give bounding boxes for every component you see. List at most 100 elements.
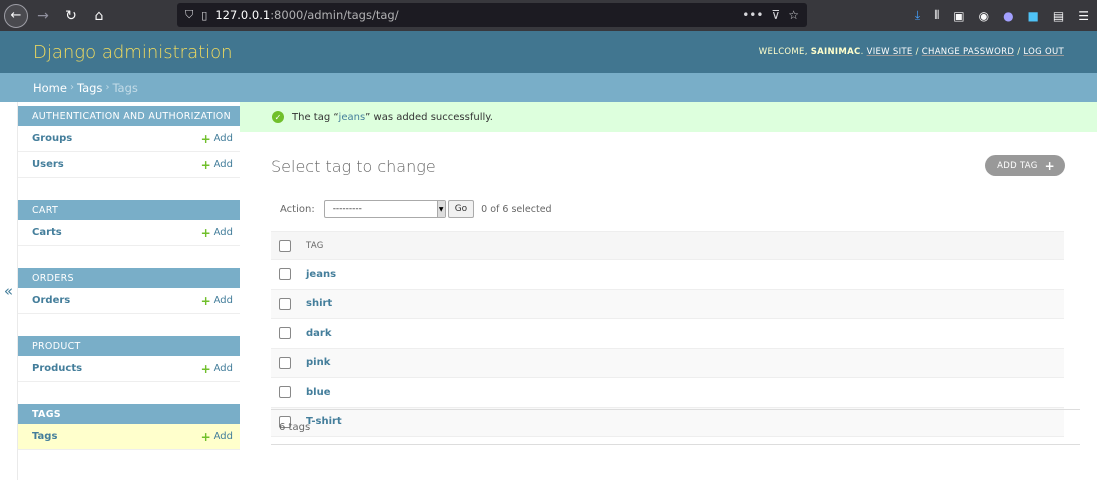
table-row: dark: [271, 319, 1064, 349]
module-product: Product Products + Add: [18, 336, 240, 382]
breadcrumb-app[interactable]: Tags: [77, 81, 102, 95]
model-link-products[interactable]: Products: [32, 363, 82, 374]
browser-toolbar: ← → ↻ ⌂ ⛉ ▯ 127.0.0.1:8000/admin/tags/ta…: [0, 0, 1097, 31]
plus-icon: +: [200, 131, 211, 146]
sidebar-item-users: Users + Add: [18, 152, 240, 178]
row-checkbox[interactable]: [279, 386, 291, 399]
add-groups-link[interactable]: + Add: [201, 132, 233, 146]
reload-icon[interactable]: ↻: [60, 5, 82, 27]
module-caption[interactable]: Authentication and Authorization: [18, 106, 240, 126]
module-auth: Authentication and Authorization Groups …: [18, 106, 240, 178]
home-icon[interactable]: ⌂: [88, 5, 110, 27]
nav-sidebar-toggle[interactable]: «: [0, 102, 18, 480]
breadcrumb: Home › Tags › Tags: [0, 73, 1097, 102]
model-link-tags[interactable]: Tags: [32, 431, 57, 442]
user-tools: WELCOME, SAINIMAC. VIEW SITE / CHANGE PA…: [758, 47, 1064, 57]
plus-icon: +: [200, 225, 211, 240]
view-site-link[interactable]: VIEW SITE: [867, 47, 913, 57]
page-title: Select tag to change: [271, 157, 436, 176]
message-tag-link[interactable]: jeans: [339, 112, 366, 123]
module-tags: Tags Tags + Add: [18, 404, 240, 450]
sidebar-item-groups: Groups + Add: [18, 126, 240, 152]
plus-icon: +: [200, 361, 211, 376]
selection-counter: 0 of 6 selected: [481, 203, 552, 215]
add-orders-link[interactable]: + Add: [201, 294, 233, 308]
tag-link[interactable]: blue: [306, 387, 331, 398]
breadcrumb-current: Tags: [112, 80, 138, 95]
page-actions-icon[interactable]: •••: [742, 8, 763, 22]
dropdown-arrow-icon: ▼: [436, 201, 445, 217]
add-carts-link[interactable]: + Add: [201, 226, 233, 240]
tag-link[interactable]: pink: [306, 357, 330, 368]
nav-sidebar: Authentication and Authorization Groups …: [18, 102, 240, 480]
go-button[interactable]: Go: [447, 200, 475, 218]
row-checkbox[interactable]: [279, 297, 291, 310]
row-checkbox[interactable]: [279, 268, 291, 281]
shield-icon[interactable]: ⛉: [185, 8, 193, 22]
sidebar-item-orders: Orders + Add: [18, 288, 240, 314]
row-checkbox[interactable]: [279, 327, 291, 340]
extension-icon[interactable]: ●: [1003, 9, 1013, 23]
save-icon[interactable]: ▤: [1053, 9, 1064, 23]
url-path: :8000/admin/tags/tag/: [270, 8, 399, 22]
table-header: Tag: [271, 231, 1064, 260]
module-caption[interactable]: Product: [18, 336, 240, 356]
table-row: shirt: [271, 289, 1064, 319]
extension-icon[interactable]: ■: [1028, 9, 1039, 23]
plus-icon: +: [200, 293, 211, 308]
module-orders: Orders Orders + Add: [18, 268, 240, 314]
add-tag-button[interactable]: Add tag +: [985, 155, 1065, 176]
plus-icon: +: [200, 429, 211, 444]
model-link-orders[interactable]: Orders: [32, 295, 70, 306]
library-icon[interactable]: ⫴: [934, 8, 939, 23]
reader-view-icon[interactable]: ▣: [953, 9, 964, 23]
select-all-checkbox[interactable]: [279, 239, 291, 252]
add-users-link[interactable]: + Add: [201, 158, 233, 172]
module-caption[interactable]: Cart: [18, 200, 240, 220]
url-host: 127.0.0.1: [215, 8, 271, 22]
tag-link[interactable]: dark: [306, 328, 332, 339]
sidebar-item-products: Products + Add: [18, 356, 240, 382]
tag-link[interactable]: jeans: [306, 269, 336, 280]
table-row: jeans: [271, 260, 1064, 290]
module-caption[interactable]: Tags: [18, 404, 240, 424]
module-caption[interactable]: Orders: [18, 268, 240, 288]
back-arrow-icon[interactable]: ←: [4, 3, 28, 28]
account-icon[interactable]: ◉: [979, 9, 989, 23]
breadcrumb-home[interactable]: Home: [33, 81, 67, 95]
change-password-link[interactable]: CHANGE PASSWORD: [922, 47, 1014, 57]
paginator: 6 tags: [271, 409, 1080, 445]
model-link-users[interactable]: Users: [32, 159, 64, 170]
forward-arrow-icon[interactable]: →: [32, 5, 54, 27]
pocket-icon[interactable]: ⊽: [771, 8, 780, 22]
url-bar[interactable]: ⛉ ▯ 127.0.0.1:8000/admin/tags/tag/ ••• ⊽…: [177, 3, 807, 27]
model-link-carts[interactable]: Carts: [32, 227, 62, 238]
checkmark-icon: ✓: [272, 111, 284, 123]
site-brand[interactable]: Django administration: [33, 42, 233, 63]
row-checkbox[interactable]: [279, 356, 291, 369]
add-tags-link[interactable]: + Add: [201, 430, 233, 444]
sidebar-item-carts: Carts + Add: [18, 220, 240, 246]
username: SAINIMAC: [810, 47, 861, 57]
plus-icon: +: [200, 157, 211, 172]
actions-bar: Action: --------- ▼ Go 0 of 6 selected: [271, 200, 552, 218]
add-products-link[interactable]: + Add: [201, 362, 233, 376]
column-header-tag[interactable]: Tag: [306, 241, 324, 251]
module-cart: Cart Carts + Add: [18, 200, 240, 246]
menu-icon[interactable]: ☰: [1078, 9, 1089, 23]
action-select[interactable]: --------- ▼: [323, 200, 446, 218]
page-icon[interactable]: ▯: [201, 9, 207, 22]
download-icon[interactable]: ⤓: [915, 8, 920, 23]
tag-link[interactable]: shirt: [306, 298, 332, 309]
success-message: ✓ The tag “jeans” was added successfully…: [240, 102, 1097, 132]
sidebar-item-tags: Tags + Add: [18, 424, 240, 450]
welcome-text: WELCOME,: [758, 47, 808, 57]
content-main: ✓ The tag “jeans” was added successfully…: [240, 102, 1097, 480]
table-row: blue: [271, 378, 1064, 408]
model-link-groups[interactable]: Groups: [32, 133, 72, 144]
site-header: Django administration WELCOME, SAINIMAC.…: [0, 31, 1097, 73]
log-out-link[interactable]: LOG OUT: [1023, 47, 1064, 57]
bookmark-star-icon[interactable]: ☆: [788, 8, 799, 22]
plus-icon: +: [1044, 158, 1055, 173]
action-label: Action:: [280, 203, 315, 215]
